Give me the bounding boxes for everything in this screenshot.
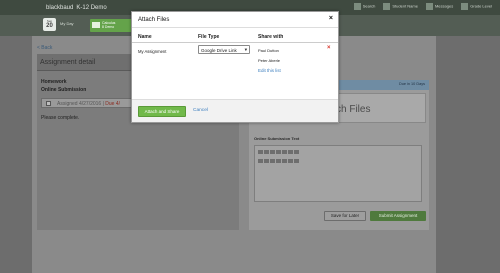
submit-assignment-button[interactable]: Submit Assignment: [370, 211, 426, 221]
assignment-body: Please complete.: [41, 115, 80, 121]
editor-toolbar-row-1: [256, 148, 420, 156]
undo-icon[interactable]: [294, 150, 299, 154]
save-for-later-button[interactable]: Save for Later: [324, 211, 366, 221]
dialog-header: Attach Files ×: [132, 12, 338, 28]
page-title: Assignment detail: [40, 59, 96, 66]
file-type-value: Google Drive Link: [201, 47, 237, 53]
header-divider: [132, 42, 338, 43]
student-icon: [383, 3, 391, 10]
nav-my-day[interactable]: My Day: [60, 21, 74, 26]
cancel-button[interactable]: Cancel: [193, 108, 208, 113]
file-type-select[interactable]: Google Drive Link ▾: [198, 45, 250, 54]
share-person: Paul Dutton: [258, 48, 279, 53]
edit-share-list-link[interactable]: Edit this list: [258, 68, 281, 73]
dialog-title: Attach Files: [138, 17, 170, 23]
paste-icon[interactable]: [288, 150, 293, 154]
column-header-name: Name: [138, 34, 152, 40]
list-icon[interactable]: [288, 159, 293, 163]
submission-text-label: Online Submission Text: [254, 136, 300, 141]
format-icon[interactable]: [264, 150, 269, 154]
assigned-date: Assigned 4/27/2016: [57, 101, 102, 107]
file-name: My Assignment: [138, 49, 167, 54]
column-header-share-with: Share with: [258, 34, 284, 40]
remove-icon[interactable]: ×: [327, 45, 331, 51]
user-item[interactable]: Grade Level: [461, 3, 492, 10]
image-icon[interactable]: [276, 150, 281, 154]
search-icon: [353, 3, 361, 10]
top-bar-right: Search Student Name Messages Grade Level: [353, 3, 492, 10]
align-left-icon[interactable]: [276, 159, 281, 163]
column-header-file-type: File Type: [198, 34, 220, 40]
caret-down-icon: ▾: [244, 47, 247, 52]
back-link[interactable]: < Back: [37, 45, 52, 51]
avatar: [461, 3, 469, 10]
attach-files-dialog: Attach Files × Name File Type Share with…: [131, 11, 339, 123]
align-center-icon[interactable]: [282, 159, 287, 163]
status-badge: Due in 10 Days: [399, 82, 425, 86]
brand-logo[interactable]: blackbaud K-12 Demo: [43, 2, 107, 11]
date-tile[interactable]: Sep 20: [43, 18, 56, 31]
product-name: K-12 Demo: [76, 5, 107, 11]
share-person: Peter Aberle: [258, 58, 281, 63]
italic-icon[interactable]: [264, 159, 269, 163]
attach-and-share-button[interactable]: Attach and Share: [138, 106, 186, 117]
html-icon[interactable]: [258, 150, 263, 154]
student-item[interactable]: Student Name: [383, 3, 418, 10]
link-icon[interactable]: [270, 150, 275, 154]
complete-checkbox[interactable]: [46, 101, 51, 106]
assignment-type: Homework: [41, 79, 67, 85]
search-item[interactable]: Search: [353, 3, 375, 10]
class-icon: [92, 22, 100, 28]
messages-item[interactable]: Messages: [425, 3, 453, 10]
nav-class-tile[interactable]: Calculus 8 Demo: [90, 19, 136, 32]
submission-type: Online Submission: [41, 87, 87, 93]
attach-files-label: ch Files: [336, 104, 371, 115]
bold-icon[interactable]: [258, 159, 263, 163]
brand-name: blackbaud: [46, 5, 74, 11]
close-icon[interactable]: ×: [329, 15, 333, 22]
underline-icon[interactable]: [270, 159, 275, 163]
messages-icon: [425, 3, 433, 10]
due-date: Due 4/: [105, 101, 121, 107]
rich-text-editor[interactable]: [254, 145, 422, 202]
indent-icon[interactable]: [294, 159, 299, 163]
editor-toolbar-row-2: [256, 157, 420, 165]
table-icon[interactable]: [282, 150, 287, 154]
